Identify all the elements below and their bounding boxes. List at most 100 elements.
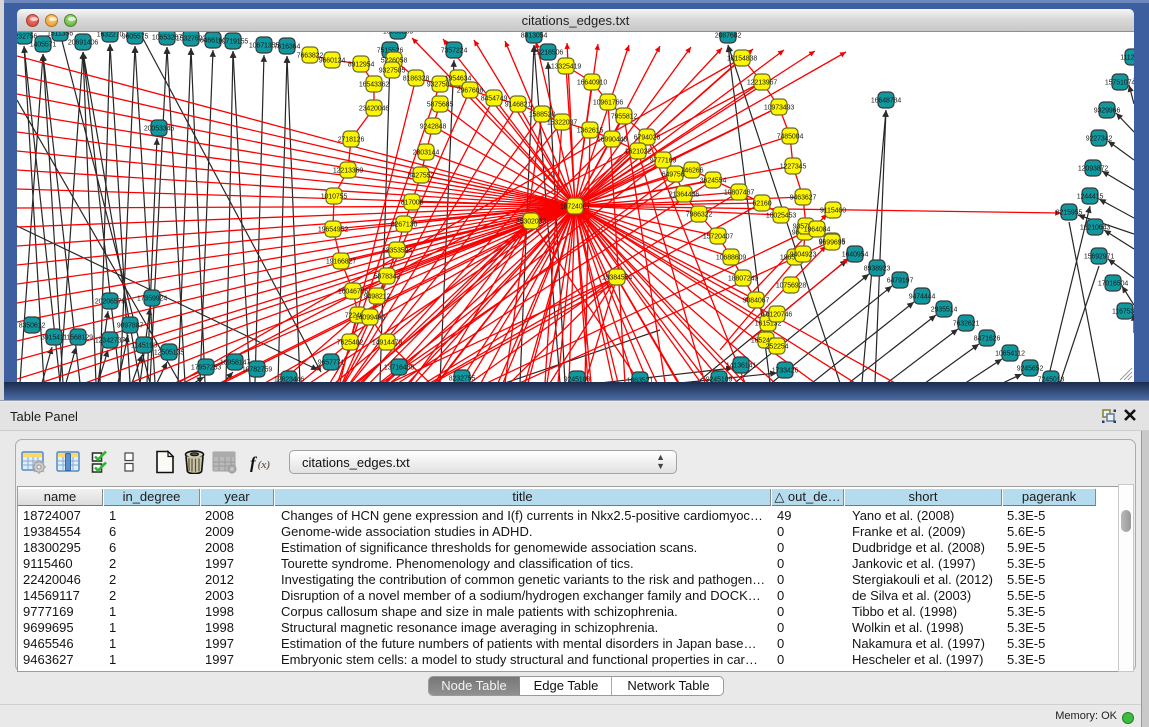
svg-text:2087682: 2087682	[715, 33, 742, 40]
svg-text:25302033: 25302033	[516, 219, 547, 226]
svg-text:10782759: 10782759	[242, 367, 273, 374]
svg-text:8267130: 8267130	[391, 222, 418, 229]
svg-text:7625402: 7625402	[337, 340, 364, 347]
svg-text:10719155: 10719155	[218, 39, 249, 46]
svg-text:1511356: 1511356	[47, 32, 73, 38]
svg-text:19654952: 19654952	[318, 227, 349, 234]
svg-text:1964084: 1964084	[804, 227, 831, 234]
svg-text:10756928: 10756928	[776, 283, 807, 290]
svg-text:2935514: 2935514	[931, 307, 958, 314]
svg-text:5878342: 5878342	[374, 274, 401, 281]
svg-text:1405571: 1405571	[30, 42, 57, 49]
svg-text:9245652: 9245652	[1017, 366, 1044, 373]
svg-text:14136141: 14136141	[726, 363, 757, 370]
svg-text:9498212: 9498212	[364, 294, 391, 301]
svg-text:12342737: 12342737	[95, 338, 126, 345]
svg-text:16990448: 16990448	[597, 137, 628, 144]
svg-text:7632621: 7632621	[953, 321, 980, 328]
svg-text:9327508: 9327508	[427, 82, 454, 89]
svg-text:746266: 746266	[681, 168, 704, 175]
svg-text:1063521: 1063521	[627, 378, 654, 383]
svg-text:10807487: 10807487	[724, 190, 755, 197]
svg-text:8215955: 8215955	[1056, 210, 1083, 217]
svg-text:7357224: 7357224	[441, 48, 468, 55]
svg-text:20206578: 20206578	[95, 299, 126, 306]
svg-text:8427552: 8427552	[408, 173, 435, 180]
svg-text:8232756: 8232756	[17, 34, 37, 41]
svg-text:3624554: 3624554	[700, 178, 727, 185]
svg-text:17359924: 17359924	[137, 296, 168, 303]
svg-text:7986322: 7986322	[686, 212, 713, 219]
svg-text:1733426: 1733426	[772, 368, 799, 375]
svg-text:12823446: 12823446	[274, 377, 305, 383]
svg-text:12213967: 12213967	[747, 80, 778, 87]
svg-text:9699695: 9699695	[819, 240, 846, 247]
svg-text:9657771: 9657771	[318, 360, 345, 367]
svg-text:7245013: 7245013	[1038, 377, 1065, 383]
svg-text:9115460: 9115460	[820, 208, 846, 215]
svg-text:13716485: 13716485	[384, 365, 415, 372]
svg-text:20053346: 20053346	[144, 126, 175, 133]
svg-text:12353594: 12353594	[382, 248, 413, 255]
svg-text:9463627: 9463627	[790, 195, 817, 202]
svg-text:16053809: 16053809	[383, 32, 414, 36]
svg-text:19384554: 19384554	[602, 275, 633, 282]
svg-text:9474444: 9474444	[909, 294, 936, 301]
svg-text:14914479: 14914479	[372, 340, 403, 347]
svg-text:16543362: 16543362	[359, 82, 390, 89]
svg-text:11568129: 11568129	[63, 335, 93, 342]
svg-text:15751074: 15751074	[1105, 80, 1134, 87]
svg-text:2718126: 2718126	[338, 137, 365, 144]
svg-text:15322037: 15322037	[547, 120, 578, 127]
svg-text:9245108: 9245108	[564, 377, 591, 383]
svg-text:9605575: 9605575	[122, 34, 149, 41]
svg-text:9227342: 9227342	[1086, 136, 1113, 143]
svg-text:10973493: 10973493	[764, 105, 795, 112]
svg-text:9245109: 9245109	[706, 377, 733, 383]
svg-text:9327505: 9327505	[379, 68, 406, 75]
svg-text:2803144: 2803144	[413, 150, 440, 157]
svg-text:16120746: 16120746	[762, 312, 793, 319]
svg-text:10688609: 10688609	[716, 255, 747, 262]
svg-text:14099483: 14099483	[355, 315, 386, 322]
svg-text:9660124: 9660124	[319, 58, 346, 65]
svg-text:12505135: 12505135	[154, 350, 185, 357]
svg-text:9097887: 9097887	[117, 323, 144, 330]
svg-text:9404923: 9404923	[790, 252, 817, 259]
svg-text:9084067: 9084067	[743, 298, 770, 305]
svg-text:8471626: 8471626	[974, 336, 1001, 343]
svg-text:12213369: 12213369	[333, 168, 364, 175]
svg-text:16210643: 16210643	[1080, 225, 1111, 232]
svg-text:15692971: 15692971	[1084, 254, 1115, 261]
svg-text:1588520: 1588520	[529, 112, 556, 119]
svg-text:6794028: 6794028	[634, 135, 661, 142]
svg-text:17957253: 17957253	[191, 365, 222, 372]
svg-text:8350612: 8350612	[19, 323, 46, 330]
svg-text:252254: 252254	[766, 344, 789, 351]
svg-text:9777169: 9777169	[650, 158, 677, 165]
svg-text:5875685: 5875685	[427, 102, 454, 109]
svg-text:1145193: 1145193	[131, 343, 157, 350]
svg-text:13325419: 13325419	[551, 64, 582, 71]
svg-text:18724007: 18724007	[560, 204, 591, 211]
svg-text:10154838: 10154838	[727, 56, 758, 63]
svg-text:17016504: 17016504	[1098, 281, 1129, 288]
svg-text:20691406: 20691406	[68, 40, 99, 47]
svg-text:8186328: 8186328	[403, 76, 430, 83]
svg-text:16648784: 16648784	[871, 98, 902, 105]
svg-text:6479197: 6479197	[887, 278, 914, 285]
svg-text:1640954: 1640954	[842, 252, 869, 259]
svg-text:18807249: 18807249	[728, 276, 759, 283]
svg-text:1227345: 1227345	[780, 164, 807, 171]
svg-text:1621022: 1621022	[625, 149, 652, 156]
svg-text:1010755: 1010755	[321, 194, 348, 201]
svg-text:8454749: 8454749	[481, 96, 508, 103]
svg-text:1632270: 1632270	[97, 32, 124, 39]
svg-text:23420046: 23420046	[359, 106, 390, 113]
svg-text:8912954: 8912954	[348, 62, 375, 69]
svg-text:1167534: 1167534	[1112, 309, 1134, 316]
svg-text:7955812: 7955812	[611, 114, 638, 121]
svg-text:9146821: 9146821	[505, 102, 532, 109]
svg-text:12093872: 12093872	[1078, 166, 1109, 173]
svg-text:19166827: 19166827	[326, 259, 357, 266]
